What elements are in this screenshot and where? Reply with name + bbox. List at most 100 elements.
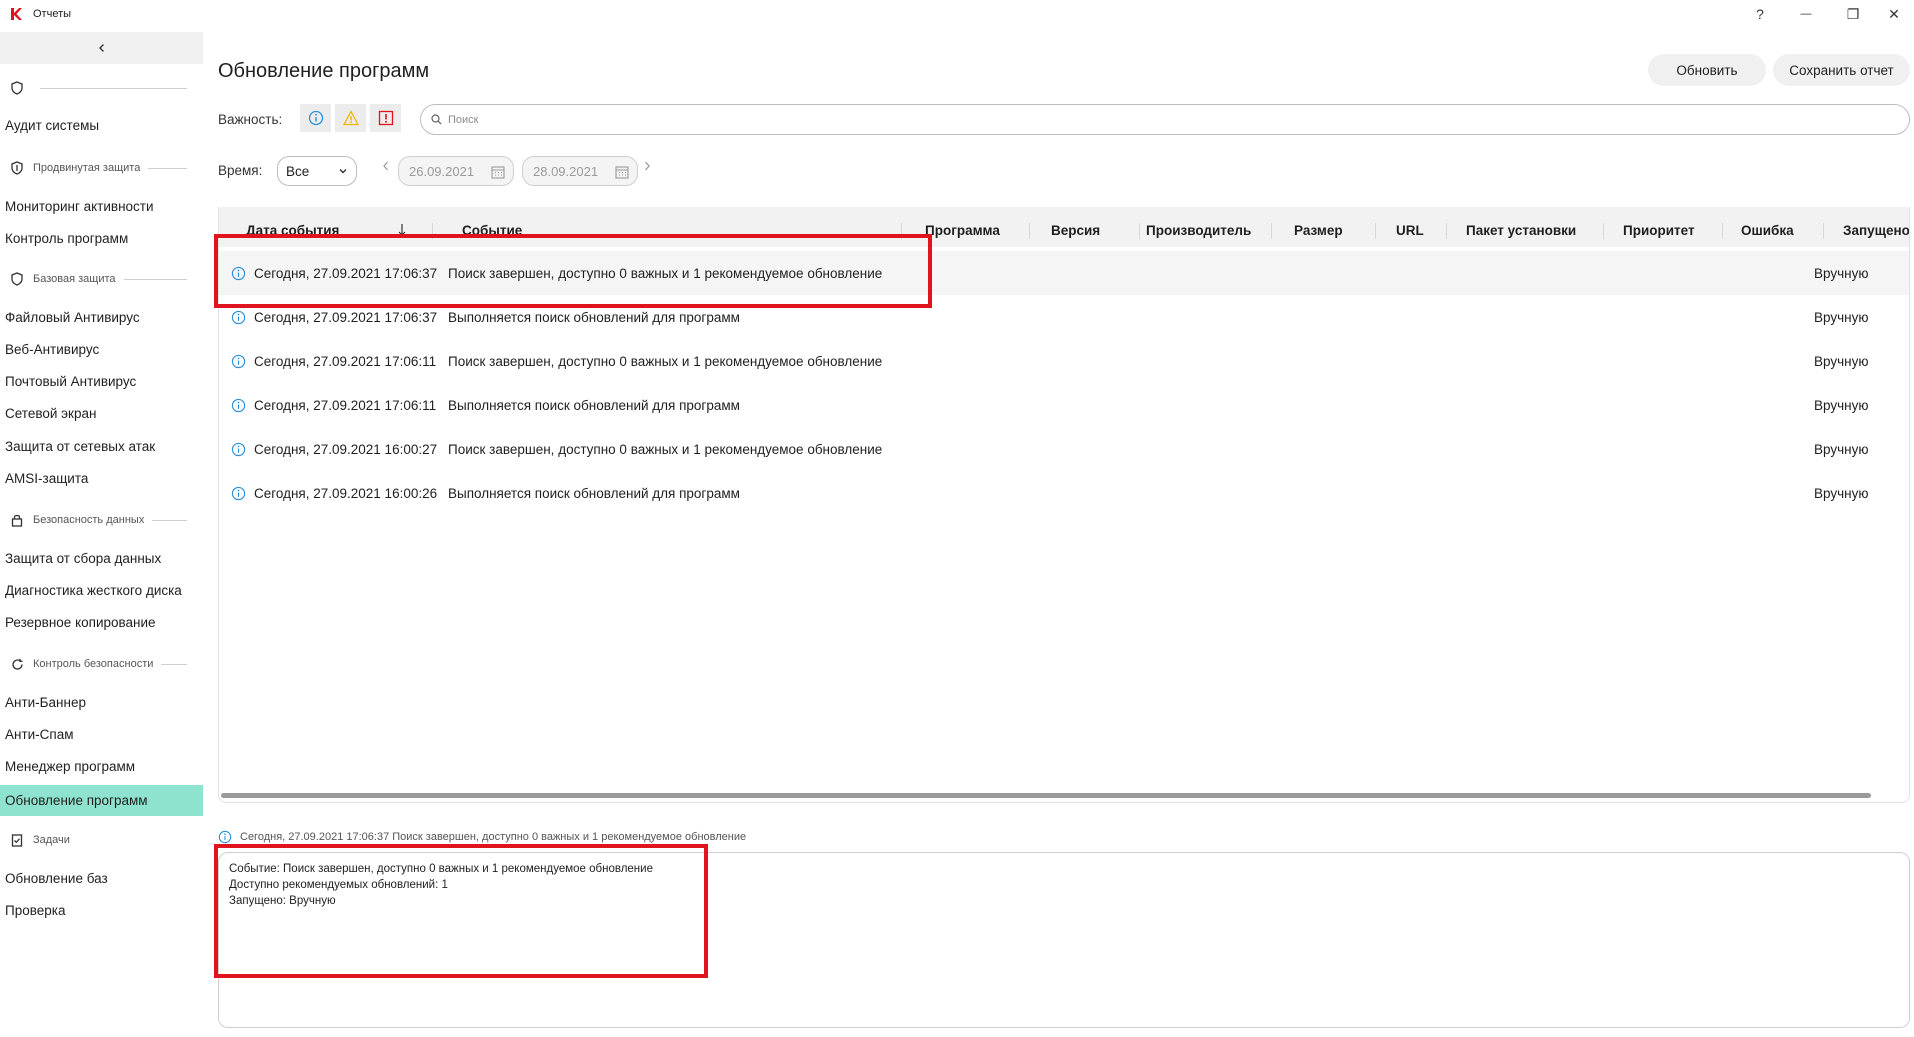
sidebar-item-app-update[interactable]: Обновление программ [0, 785, 203, 816]
table-row[interactable]: Сегодня, 27.09.2021 16:00:27 Поиск завер… [219, 427, 1909, 471]
info-icon [231, 442, 246, 457]
table-row[interactable]: Сегодня, 27.09.2021 17:06:11 Выполняется… [219, 383, 1909, 427]
sidebar-item-amsi[interactable]: AMSI-защита [0, 464, 203, 492]
cell-event: Поиск завершен, доступно 0 важных и 1 ре… [448, 354, 883, 369]
shield-icon [10, 81, 24, 95]
search-field[interactable] [420, 104, 1910, 135]
column-header-size[interactable]: Размер [1294, 223, 1343, 238]
table-row[interactable]: Сегодня, 27.09.2021 16:00:26 Выполняется… [219, 471, 1909, 515]
cell-event: Выполняется поиск обновлений для програм… [448, 486, 740, 501]
group-label: Продвинутая защита [33, 162, 141, 174]
column-header-error[interactable]: Ошибка [1741, 223, 1794, 238]
date-next-button[interactable] [642, 160, 652, 175]
refresh-icon [10, 657, 24, 671]
divider [123, 278, 187, 280]
sidebar-group-top [0, 77, 203, 99]
warning-icon [342, 110, 359, 126]
column-header-url[interactable]: URL [1396, 223, 1424, 238]
sidebar-item-db-update[interactable]: Обновление баз [0, 864, 203, 892]
column-header-vendor[interactable]: Производитель [1146, 223, 1251, 238]
sidebar-group-data-security: Безопасность данных [0, 509, 203, 531]
clipboard-check-icon [10, 833, 24, 847]
time-label: Время: [218, 163, 263, 178]
calendar-icon [491, 166, 505, 179]
help-button[interactable]: ? [1740, 2, 1780, 26]
info-icon [218, 830, 232, 844]
horizontal-scrollbar[interactable] [221, 793, 1871, 798]
column-header-launched[interactable]: Запущено [1843, 223, 1909, 238]
sidebar-item-mail-antivirus[interactable]: Почтовый Антивирус [0, 367, 203, 395]
restore-button[interactable]: ❐ [1833, 2, 1873, 26]
column-separator [1029, 223, 1030, 239]
severity-info-toggle[interactable] [300, 104, 331, 132]
date-prev-button[interactable] [381, 160, 391, 175]
column-header-version[interactable]: Версия [1051, 223, 1100, 238]
minimize-icon: — [1800, 8, 1812, 20]
sidebar-item-firewall[interactable]: Сетевой экран [0, 399, 203, 427]
column-header-package[interactable]: Пакет установки [1466, 223, 1576, 238]
close-icon: ✕ [1888, 5, 1900, 22]
column-header-program[interactable]: Программа [925, 223, 1000, 238]
sidebar-item-file-antivirus[interactable]: Файловый Антивирус [0, 303, 203, 331]
sidebar-item-app-manager[interactable]: Менеджер программ [0, 752, 203, 780]
sidebar-item-app-control[interactable]: Контроль программ [0, 224, 203, 252]
group-label: Контроль безопасности [33, 658, 154, 670]
sidebar-item-network-attack[interactable]: Защита от сетевых атак [0, 432, 203, 460]
date-from-field[interactable]: 26.09.2021 [398, 156, 514, 186]
minimize-button[interactable]: — [1786, 2, 1826, 26]
severity-critical-toggle[interactable] [370, 104, 401, 132]
date-from-value: 26.09.2021 [409, 163, 475, 179]
sidebar-item-audit[interactable]: Аудит системы [0, 111, 203, 139]
sidebar-item-disk-diagnostics[interactable]: Диагностика жесткого диска [0, 576, 203, 604]
search-input[interactable] [448, 113, 1848, 126]
column-separator [1823, 223, 1824, 239]
sidebar-group-tasks: Задачи [0, 829, 203, 851]
kaspersky-logo-icon [11, 8, 22, 20]
info-icon [308, 110, 323, 126]
close-button[interactable]: ✕ [1874, 2, 1914, 26]
sidebar-item-scan[interactable]: Проверка [0, 896, 203, 924]
date-to-field[interactable]: 28.09.2021 [522, 156, 638, 186]
group-label: Задачи [33, 834, 70, 846]
sidebar-item-anti-spam[interactable]: Анти-Спам [0, 720, 203, 748]
refresh-button[interactable]: Обновить [1648, 54, 1766, 86]
cell-date: Сегодня, 27.09.2021 16:00:26 [254, 486, 438, 501]
chevron-left-icon [383, 161, 388, 171]
sidebar-group-advanced: Продвинутая защита [0, 157, 203, 179]
details-header: Сегодня, 27.09.2021 17:06:37 Поиск завер… [218, 830, 746, 844]
title-bar: Отчеты ? — ❐ ✕ [0, 0, 1914, 28]
divider [40, 87, 187, 89]
divider [161, 663, 187, 665]
cell-launched: Вручную [1814, 486, 1869, 501]
cell-date: Сегодня, 27.09.2021 17:06:11 [254, 398, 437, 413]
column-separator [1271, 223, 1272, 239]
sidebar-item-anti-banner[interactable]: Анти-Баннер [0, 688, 203, 716]
sidebar-item-backup[interactable]: Резервное копирование [0, 608, 203, 636]
sidebar-item-web-antivirus[interactable]: Веб-Антивирус [0, 335, 203, 363]
search-icon [431, 114, 442, 125]
column-header-priority[interactable]: Приоритет [1623, 223, 1695, 238]
cell-event: Выполняется поиск обновлений для програм… [448, 310, 740, 325]
table-row[interactable]: Сегодня, 27.09.2021 17:06:11 Поиск завер… [219, 339, 1909, 383]
lock-icon [10, 513, 24, 527]
group-label: Безопасность данных [33, 514, 145, 526]
cell-date: Сегодня, 27.09.2021 17:06:37 [254, 310, 438, 325]
calendar-icon [615, 166, 629, 179]
sidebar-item-activity-monitor[interactable]: Мониторинг активности [0, 192, 203, 220]
restore-icon: ❐ [1846, 5, 1860, 22]
column-separator [1139, 223, 1140, 239]
sidebar-collapse-button[interactable] [0, 32, 203, 64]
cell-launched: Вручную [1814, 354, 1869, 369]
highlight-box-details [214, 844, 708, 978]
chevron-left-icon [98, 44, 104, 52]
info-icon [231, 486, 246, 501]
highlight-box-selected-row [214, 234, 932, 308]
cell-event: Поиск завершен, доступно 0 важных и 1 ре… [448, 442, 883, 457]
sidebar-item-data-collection[interactable]: Защита от сбора данных [0, 544, 203, 572]
severity-warning-toggle[interactable] [335, 104, 366, 132]
time-range-select[interactable]: Все [277, 156, 357, 186]
shield-check-icon [10, 161, 24, 175]
column-separator [1603, 223, 1604, 239]
save-report-button[interactable]: Сохранить отчет [1773, 54, 1910, 86]
sidebar: Аудит системы Продвинутая защита Монитор… [0, 28, 203, 1037]
